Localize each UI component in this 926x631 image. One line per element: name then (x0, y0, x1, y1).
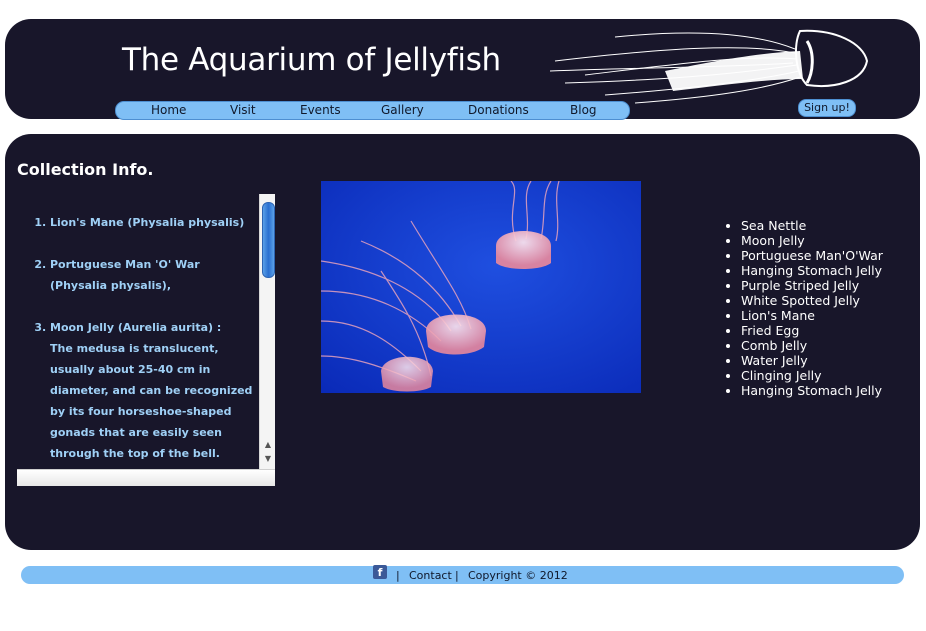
collection-item: Portuguese Man 'O' War (Physalia physali… (50, 254, 259, 296)
species-item: Fried Egg (741, 323, 883, 338)
species-item: Moon Jelly (741, 233, 883, 248)
species-item: Comb Jelly (741, 338, 883, 353)
species-item: Hanging Stomach Jelly (741, 383, 883, 398)
jellyfish-photo (321, 181, 641, 393)
species-item: Purple Striped Jelly (741, 278, 883, 293)
copyright-text: Copyright © 2012 (468, 569, 568, 582)
species-item: Water Jelly (741, 353, 883, 368)
collection-item-name: Lion's Mane (Physalia physalis) (50, 216, 245, 229)
signup-button[interactable]: Sign up! (798, 99, 856, 117)
species-list: Sea Nettle Moon Jelly Portuguese Man'O'W… (723, 218, 883, 398)
vertical-scrollbar[interactable]: ▲ ▼ (259, 194, 275, 469)
main-nav: Home Visit Events Gallery Donations Blog (115, 101, 630, 120)
species-item: Sea Nettle (741, 218, 883, 233)
species-item: Lion's Mane (741, 308, 883, 323)
nav-visit[interactable]: Visit (230, 102, 256, 119)
species-item: Hanging Stomach Jelly (741, 263, 883, 278)
scroll-down-icon[interactable]: ▼ (263, 454, 273, 464)
nav-donations[interactable]: Donations (468, 102, 529, 119)
scrollbar-thumb[interactable] (262, 202, 275, 278)
nav-blog[interactable]: Blog (570, 102, 597, 119)
species-item: Portuguese Man'O'War (741, 248, 883, 263)
nav-gallery[interactable]: Gallery (381, 102, 424, 119)
collection-item: Moon Jelly (Aurelia aurita) : The medusa… (50, 317, 259, 464)
jellyfish-header-art (549, 29, 869, 104)
contact-link[interactable]: Contact (409, 569, 452, 582)
collection-item-name: Moon Jelly (Aurelia aurita) : (50, 321, 222, 334)
main-panel: Collection Info. Lion's Mane (Physalia p… (5, 134, 920, 550)
site-title: The Aquarium of Jellyfish (122, 42, 501, 78)
species-item: Clinging Jelly (741, 368, 883, 383)
site-footer: f | Contact | Copyright © 2012 (21, 565, 904, 584)
collection-scrollbox[interactable]: Lion's Mane (Physalia physalis) Portugue… (17, 194, 275, 486)
collection-list: Lion's Mane (Physalia physalis) Portugue… (17, 194, 259, 464)
footer-separator: | (455, 569, 459, 582)
nav-home[interactable]: Home (151, 102, 186, 119)
site-header: The Aquarium of Jellyfish Home Visit Eve… (5, 19, 920, 120)
scroll-up-icon[interactable]: ▲ (263, 440, 273, 450)
collection-item-description: The medusa is translucent, usually about… (50, 342, 253, 460)
species-item: White Spotted Jelly (741, 293, 883, 308)
nav-events[interactable]: Events (300, 102, 341, 119)
collection-item-name: Portuguese Man 'O' War (Physalia physali… (50, 258, 200, 292)
collection-list-container: Lion's Mane (Physalia physalis) Portugue… (17, 194, 259, 469)
horizontal-scrollbar[interactable] (17, 469, 275, 486)
section-title: Collection Info. (17, 160, 154, 179)
footer-separator: | (396, 569, 400, 582)
facebook-icon[interactable]: f (373, 565, 387, 579)
collection-item: Lion's Mane (Physalia physalis) (50, 212, 259, 233)
